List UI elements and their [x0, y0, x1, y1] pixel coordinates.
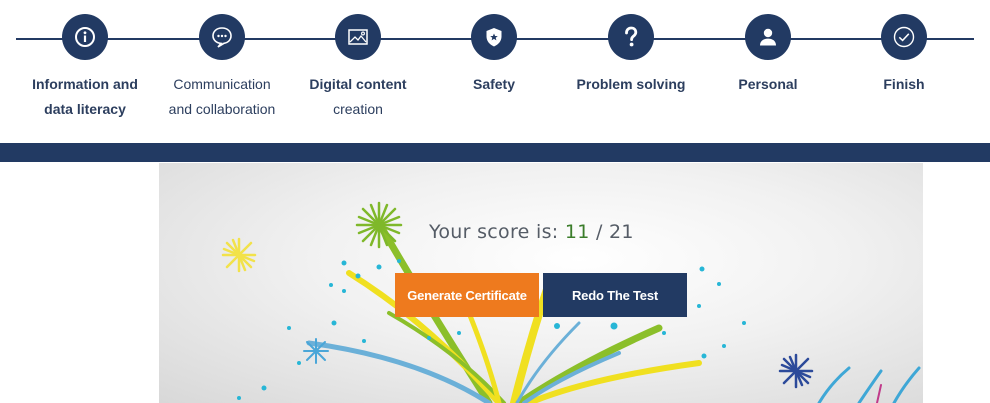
step-circle: [335, 14, 381, 60]
progress-stepper: Information and data literacy Communicat…: [0, 0, 990, 140]
score-label: Your score is:: [429, 221, 559, 243]
step-label-line: Information and: [32, 76, 138, 92]
step-label-line: Problem solving: [576, 76, 686, 92]
step-label-line: Personal: [738, 76, 798, 92]
step-information-data-literacy[interactable]: Information and data literacy: [10, 14, 160, 122]
step-personal[interactable]: Personal: [693, 14, 843, 97]
score-value: 11: [564, 221, 590, 243]
step-finish[interactable]: Finish: [829, 14, 979, 97]
step-label-line: data literacy: [44, 101, 126, 117]
step-label: Safety: [419, 72, 569, 97]
step-circle: [199, 14, 245, 60]
score-separator: /: [595, 221, 603, 243]
step-label-line: Finish: [883, 76, 925, 92]
step-safety[interactable]: Safety: [419, 14, 569, 97]
step-circle: [608, 14, 654, 60]
fireworks-illustration: [221, 201, 921, 403]
shield-icon: [486, 28, 502, 47]
step-label: Digital content creation: [283, 72, 433, 122]
question-icon: [625, 26, 638, 47]
header-band: [0, 143, 990, 162]
score-text: Your score is: 11 / 21: [429, 221, 634, 243]
checkmark-circle-icon: [893, 26, 915, 48]
step-label-line: creation: [333, 101, 383, 117]
step-label-line: Digital content: [309, 76, 407, 92]
step-label-line: Safety: [472, 76, 516, 92]
result-panel: Your score is: 11 / 21 Generate Certific…: [159, 163, 923, 403]
step-label-line: and collaboration: [168, 101, 276, 117]
step-label-line: Communication: [173, 76, 271, 92]
step-communication-collaboration[interactable]: Communication and collaboration: [147, 14, 297, 122]
step-label: Information and data literacy: [10, 72, 160, 122]
person-icon: [760, 28, 776, 46]
step-circle: [745, 14, 791, 60]
step-circle: [881, 14, 927, 60]
step-label: Personal: [693, 72, 843, 97]
step-label: Problem solving: [556, 72, 706, 97]
step-digital-content-creation[interactable]: Digital content creation: [283, 14, 433, 122]
step-problem-solving[interactable]: Problem solving: [556, 14, 706, 97]
step-circle: [471, 14, 517, 60]
step-label: Communication and collaboration: [147, 72, 297, 122]
info-icon: [75, 27, 95, 47]
generate-certificate-button[interactable]: Generate Certificate: [395, 273, 539, 317]
step-label: Finish: [829, 72, 979, 97]
step-circle: [62, 14, 108, 60]
chat-bubble-icon: [212, 27, 232, 48]
image-icon: [348, 29, 368, 45]
redo-test-button[interactable]: Redo The Test: [543, 273, 687, 317]
score-total: 21: [609, 221, 634, 243]
